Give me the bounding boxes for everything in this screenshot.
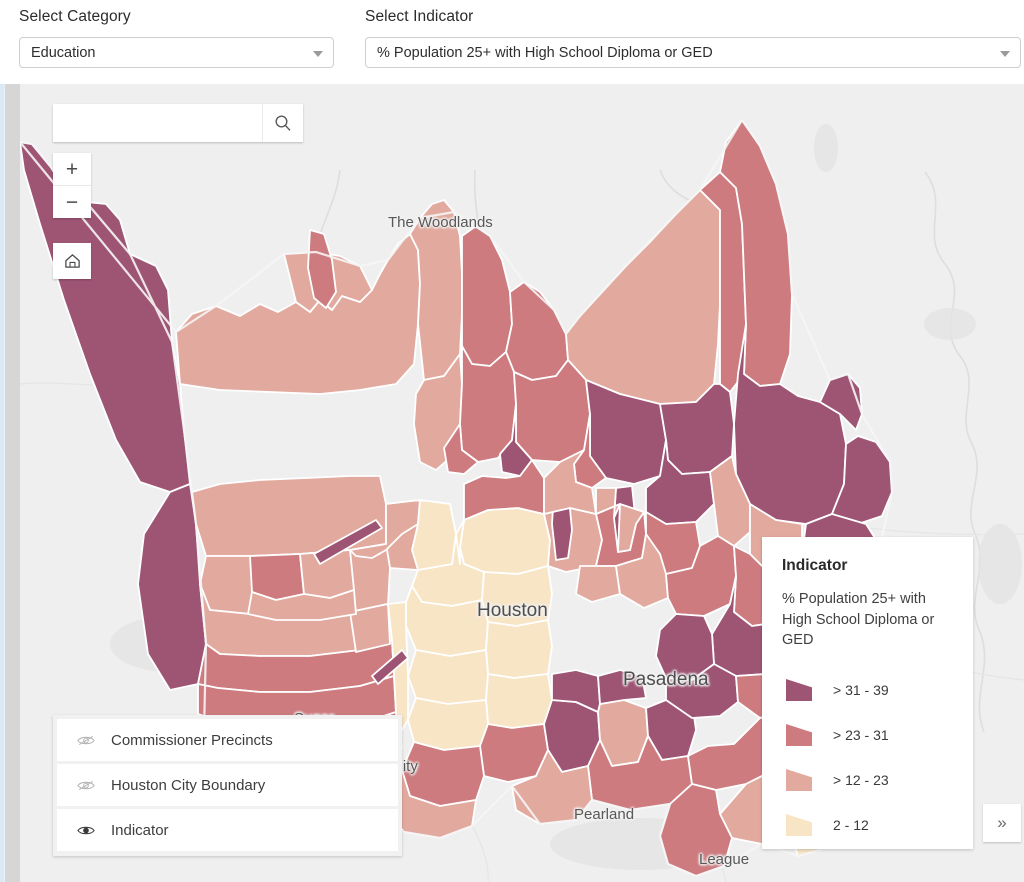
legend-class-list: > 31 - 39 > 23 - 31 > 12 - 23 2 - 12 bbox=[782, 668, 955, 848]
eye-off-icon[interactable] bbox=[75, 734, 97, 747]
legend-label: > 31 - 39 bbox=[833, 682, 889, 698]
indicator-select[interactable]: % Population 25+ with High School Diplom… bbox=[365, 37, 1021, 68]
layer-row-commissioner-precincts[interactable]: Commissioner Precincts bbox=[57, 719, 398, 761]
map-container[interactable]: The WoodlandsHoustonPasadenaSugarLandMis… bbox=[5, 84, 1024, 882]
legend-swatch bbox=[786, 814, 812, 836]
indicator-label: Select Indicator bbox=[365, 8, 474, 25]
zoom-controls: + − bbox=[53, 153, 91, 218]
indicator-select-value: % Population 25+ with High School Diplom… bbox=[377, 44, 713, 61]
layers-panel: Commissioner Precincts Houston City Bound… bbox=[53, 715, 402, 856]
home-icon bbox=[64, 254, 80, 268]
home-button[interactable] bbox=[53, 243, 91, 279]
eye-off-icon[interactable] bbox=[75, 779, 97, 792]
legend-label: 2 - 12 bbox=[833, 817, 869, 833]
expand-panel-button[interactable]: » bbox=[983, 804, 1021, 842]
legend-swatch bbox=[786, 724, 812, 746]
layer-row-houston-city-boundary[interactable]: Houston City Boundary bbox=[57, 761, 398, 806]
search-icon[interactable] bbox=[262, 104, 303, 142]
chevron-down-icon bbox=[313, 50, 323, 57]
zoom-in-button[interactable]: + bbox=[53, 153, 91, 185]
zoom-out-button[interactable]: − bbox=[53, 185, 91, 218]
layer-label: Commissioner Precincts bbox=[111, 731, 273, 749]
category-select-value: Education bbox=[31, 44, 96, 61]
legend-label: > 12 - 23 bbox=[833, 772, 889, 788]
layer-label: Houston City Boundary bbox=[111, 776, 266, 794]
legend-swatch bbox=[786, 679, 812, 701]
category-control-group: Select Category Education bbox=[19, 8, 334, 68]
chevron-down-icon bbox=[1000, 50, 1010, 57]
category-select[interactable]: Education bbox=[19, 37, 334, 68]
legend-row: > 23 - 31 bbox=[782, 713, 955, 758]
legend-label: > 23 - 31 bbox=[833, 727, 889, 743]
map-application: Select Category Education Select Indicat… bbox=[0, 0, 1024, 882]
legend-row: > 31 - 39 bbox=[782, 668, 955, 713]
legend-row: 2 - 12 bbox=[782, 803, 955, 848]
legend-row: > 12 - 23 bbox=[782, 758, 955, 803]
legend-subtitle: % Population 25+ with High School Diplom… bbox=[782, 591, 935, 648]
map-search-widget[interactable] bbox=[53, 104, 303, 142]
map-canvas[interactable]: The WoodlandsHoustonPasadenaSugarLandMis… bbox=[20, 84, 1024, 882]
layers-list: Commissioner Precincts Houston City Bound… bbox=[57, 719, 398, 851]
eye-icon[interactable] bbox=[75, 824, 97, 837]
legend-title: Indicator bbox=[782, 557, 848, 574]
legend-panel: Indicator % Population 25+ with High Sch… bbox=[762, 537, 973, 849]
layer-row-indicator[interactable]: Indicator bbox=[57, 806, 398, 851]
indicator-control-group: Select Indicator % Population 25+ with H… bbox=[365, 8, 1021, 68]
category-label: Select Category bbox=[19, 8, 131, 25]
controls-bar: Select Category Education Select Indicat… bbox=[0, 0, 1024, 84]
legend-swatch bbox=[786, 769, 812, 791]
layer-label: Indicator bbox=[111, 821, 169, 839]
left-edge-strip-inner bbox=[0, 78, 4, 882]
search-input[interactable] bbox=[53, 104, 262, 142]
